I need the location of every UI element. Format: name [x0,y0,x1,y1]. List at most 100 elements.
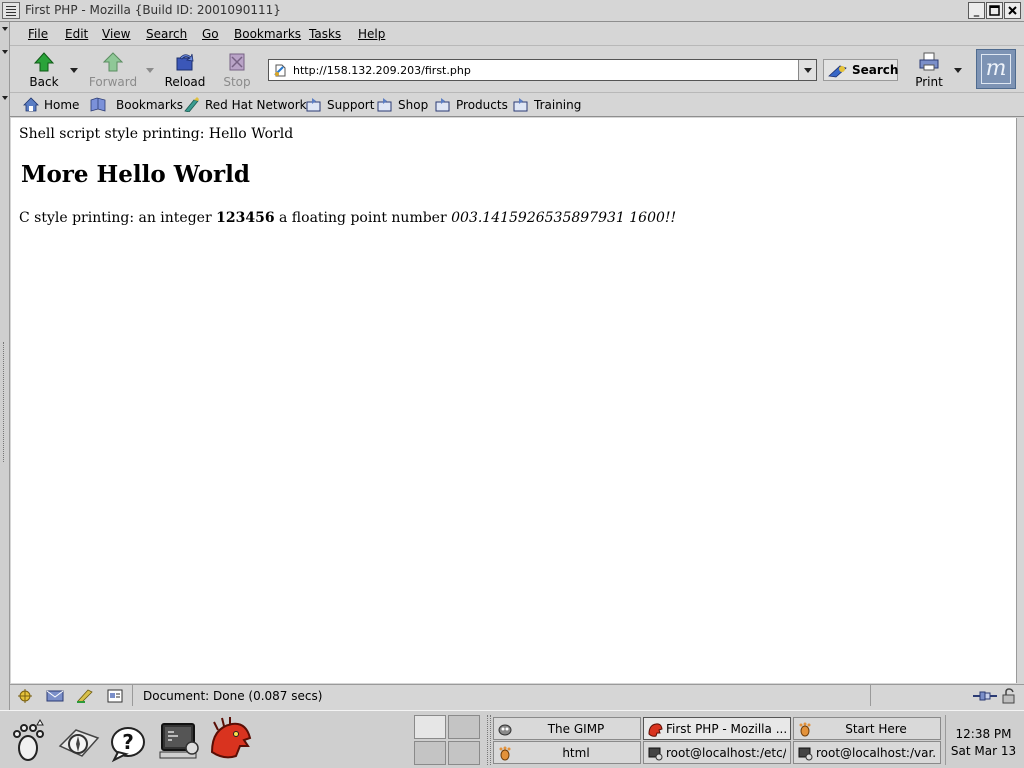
online-connection-icon[interactable] [972,689,998,703]
printer-icon [919,52,939,71]
menu-view[interactable]: View [102,27,130,41]
gnome-foot-icon [499,746,511,761]
help-launcher[interactable]: ? [104,716,152,764]
menu-file[interactable]: File [28,27,48,41]
gnome-main-menu-button[interactable] [6,716,54,764]
close-button[interactable] [1004,2,1021,19]
navigator-icon[interactable] [16,688,34,703]
address-book-icon[interactable] [106,688,124,703]
back-history-dropdown[interactable] [70,68,78,73]
stop-icon [229,53,245,71]
terminal-icon [648,747,663,761]
menu-go[interactable]: Go [202,27,219,41]
mozilla-launcher[interactable] [206,716,254,764]
terminal-icon [798,747,813,761]
security-lock-icon[interactable] [1001,688,1017,704]
toolbar-grippy-strip[interactable] [0,22,10,712]
task-terminal-etc[interactable]: root@localhost:/etc/... [643,741,791,764]
folder-icon [513,98,528,112]
clock-time: 12:38 PM [955,727,1012,741]
forward-button[interactable]: Forward [88,49,138,89]
tasklist-grip[interactable] [487,715,491,765]
c-print-middle: a floating point number [274,210,452,226]
gnome-foot-icon [799,722,811,737]
back-button[interactable]: Back [19,49,69,89]
task-first-php-mozilla[interactable]: First PHP - Mozilla ... [643,717,791,740]
task-gimp[interactable]: The GIMP [493,717,641,740]
window-menu-icon[interactable] [2,2,20,19]
bookmarks-button[interactable]: Bookmarks [90,96,183,114]
print-options-dropdown[interactable] [954,68,962,73]
c-print-prefix: C style printing: an integer [19,210,217,226]
forward-arrow-icon [103,52,123,72]
menu-tasks[interactable]: Tasks [309,27,341,41]
search-button[interactable]: Search [823,59,898,81]
minimize-button[interactable]: _ [968,2,985,19]
search-icon [828,65,847,78]
task-terminal-var[interactable]: root@localhost:/var... [793,741,941,764]
close-icon [1008,6,1017,15]
bookmarks-icon [90,97,106,112]
collapse-personal-toolbar-icon[interactable] [2,96,8,100]
clock-date: Sat Mar 13 [950,744,1017,758]
file-manager-launcher[interactable] [54,716,102,764]
link-icon [184,97,199,112]
reload-button[interactable]: Reload [160,49,210,89]
c-print-line: C style printing: an integer 123456 a fl… [19,210,676,226]
page-proxy-icon[interactable] [273,63,288,78]
personal-toolbar: Home Bookmarks Red Hat Network Support S… [10,93,1024,117]
gimp-icon [498,724,512,736]
url-history-dropdown[interactable] [798,60,816,80]
workspace-1[interactable] [414,715,446,739]
task-start-here[interactable]: Start Here [793,717,941,740]
bookmark-home[interactable]: Home [23,96,81,114]
url-input[interactable] [293,62,793,78]
screen: First PHP - Mozilla {Build ID: 200109011… [0,0,1024,768]
collapse-navbar-icon[interactable] [2,50,8,54]
workspace-4[interactable] [448,741,480,765]
menu-edit[interactable]: Edit [65,27,88,41]
status-message: Document: Done (0.087 secs) [132,685,870,706]
forward-history-dropdown[interactable] [146,68,154,73]
menu-bookmarks[interactable]: Bookmarks [234,27,301,41]
composer-icon[interactable] [76,688,94,703]
panel-clock[interactable]: 12:38 PM Sat Mar 13 [945,715,1021,765]
reload-icon [176,53,194,71]
navigation-toolbar: Back Forward Reload Stop http://158.132.… [10,46,1024,93]
mail-icon[interactable] [46,688,64,703]
float-value: 003.1415926535897931 1600!! [451,210,677,226]
bookmark-folder-support[interactable]: Support [306,96,374,114]
url-bar[interactable] [268,59,817,81]
page-content: Shell script style printing: Hello World… [11,118,1017,683]
shell-print-line: Shell script style printing: Hello World [19,126,294,142]
bookmark-folder-products[interactable]: Products [435,96,509,114]
gnome-foot-icon [13,719,44,761]
workspace-pager [414,715,482,765]
stop-button[interactable]: Stop [212,49,262,89]
bookmark-folder-shop[interactable]: Shop [377,96,429,114]
mozilla-m-icon: m [981,54,1011,84]
folder-icon [377,98,392,112]
terminal-launcher[interactable] [156,716,204,764]
menubar: File Edit View Search Go Bookmarks Tasks… [10,22,1024,46]
sidebar-grip[interactable] [3,342,6,462]
gnome-panel: ? The GIMP First PHP - Mozilla ... Start… [0,710,1024,768]
collapse-menubar-icon[interactable] [2,27,8,31]
bookmark-red-hat-network[interactable]: Red Hat Network [184,96,307,114]
menu-search[interactable]: Search [146,27,187,41]
workspace-2[interactable] [448,715,480,739]
folder-icon [306,98,321,112]
page-heading: More Hello World [21,161,250,188]
menu-help[interactable]: Help [358,27,385,41]
bookmark-folder-training[interactable]: Training [513,96,585,114]
workspace-3[interactable] [414,741,446,765]
task-html[interactable]: html [493,741,641,764]
chevron-down-icon [804,68,812,73]
compass-icon [58,729,100,757]
help-icon: ? [111,727,145,763]
window-titlebar[interactable]: First PHP - Mozilla {Build ID: 200109011… [0,0,1024,22]
print-button[interactable]: Print [904,49,954,89]
status-bar: Document: Done (0.087 secs) [10,684,1024,706]
maximize-button[interactable] [986,2,1003,19]
mozilla-throbber-logo[interactable]: m [976,49,1016,89]
